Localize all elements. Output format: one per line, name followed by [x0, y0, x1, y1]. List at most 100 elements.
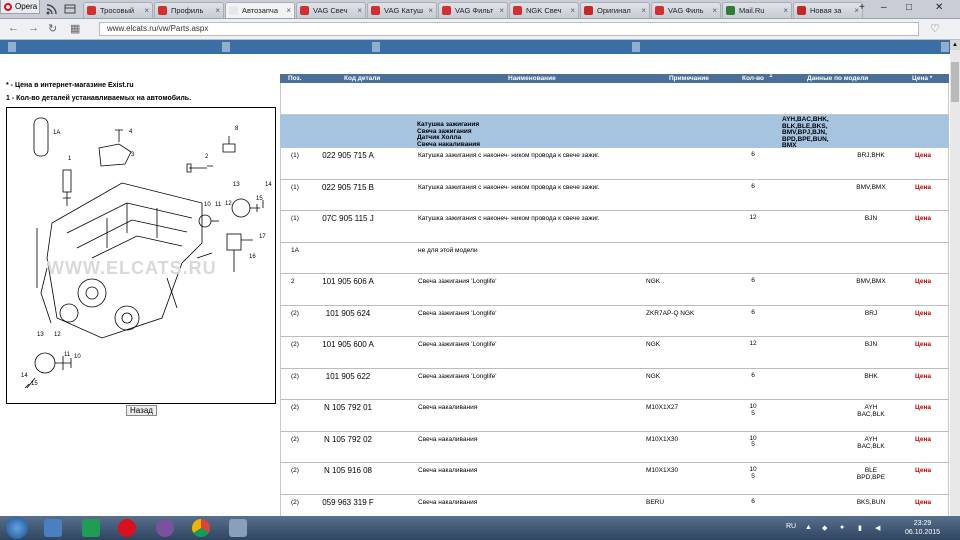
- back-arrow-icon[interactable]: ←: [8, 22, 19, 34]
- table-row: 1A не для этой модели: [280, 242, 949, 274]
- callout-number[interactable]: 10: [74, 354, 81, 360]
- minimize-button[interactable]: –: [881, 2, 887, 13]
- close-window-button[interactable]: ✕: [935, 2, 943, 13]
- url-field[interactable]: www.elcats.ru/vw/Parts.aspx: [99, 22, 919, 36]
- cell-part-code[interactable]: 101 905 622: [281, 372, 415, 381]
- callout-number[interactable]: 13: [233, 182, 240, 188]
- browser-tab[interactable]: Mail.Ru ×: [722, 2, 792, 18]
- callout-number[interactable]: 10: [204, 202, 211, 208]
- cell-part-name: Свеча накаливания: [418, 498, 478, 506]
- network-icon[interactable]: ▮: [858, 524, 862, 532]
- tab-close-icon[interactable]: ×: [428, 3, 433, 18]
- callout-number[interactable]: 12: [54, 332, 61, 338]
- table-row: (2) N 105 916 08 Свеча накаливания M10X1X30…: [280, 463, 949, 495]
- cell-part-code[interactable]: 101 905 606 A: [281, 277, 415, 286]
- browser-tab[interactable]: Профиль ×: [154, 2, 224, 18]
- table-row: (1) 022 905 715 A Катушка зажигания с нако…: [280, 148, 949, 180]
- tray-app-icon[interactable]: ●: [840, 524, 844, 531]
- chrome-icon[interactable]: [192, 519, 210, 537]
- maximize-button[interactable]: □: [906, 2, 912, 13]
- cell-part-name: Свеча накаливания: [418, 467, 478, 474]
- callout-number[interactable]: 2: [205, 154, 209, 160]
- scroll-up-icon[interactable]: ▲: [950, 40, 960, 50]
- speed-dial-icon[interactable]: ▦: [70, 22, 80, 35]
- cell-part-code[interactable]: 101 905 600 A: [281, 340, 415, 349]
- group-names: Катушка зажигания Свеча зажигания Датчик Х…: [417, 121, 480, 148]
- tab-close-icon[interactable]: ×: [712, 3, 717, 18]
- tab-close-icon[interactable]: ×: [357, 3, 362, 18]
- scroll-thumb[interactable]: [951, 62, 959, 102]
- header-decoration: [941, 42, 949, 52]
- opera-taskbar-icon[interactable]: [118, 519, 136, 537]
- callout-number[interactable]: 12: [225, 201, 232, 207]
- header-code: Код детали: [344, 75, 381, 82]
- tab-close-icon[interactable]: ×: [570, 3, 575, 18]
- cell-part-code[interactable]: 059 963 319 F: [281, 498, 415, 507]
- callout-number[interactable]: 14: [21, 373, 28, 379]
- table-row: (1) 07C 905 115 J Катушка зажигания с нако…: [280, 211, 949, 243]
- taskbar: RU ▲ ◆ ● ▮ ◀ 23:29 06.10.2015: [0, 516, 960, 540]
- tab-close-icon[interactable]: ×: [499, 3, 504, 18]
- viber-icon[interactable]: [156, 519, 174, 537]
- opera-menu-button[interactable]: Opera: [0, 0, 40, 14]
- tab-favicon-icon: [87, 6, 96, 15]
- tab-close-icon[interactable]: ×: [144, 3, 149, 18]
- new-tab-button[interactable]: +: [859, 2, 865, 13]
- reload-icon[interactable]: ↻: [48, 22, 57, 35]
- callout-number[interactable]: 8: [235, 126, 239, 132]
- browser-tab[interactable]: Новая за ×: [793, 2, 863, 18]
- tab-close-icon[interactable]: ×: [783, 3, 788, 18]
- callout-number[interactable]: 15: [31, 381, 38, 387]
- tab-close-icon[interactable]: ×: [641, 3, 646, 18]
- model-line: BHK: [864, 372, 878, 380]
- cell-part-code[interactable]: 022 905 715 A: [281, 151, 415, 160]
- tray-arrow-icon[interactable]: ▲: [805, 524, 812, 531]
- browser-tab[interactable]: VAG Свеч ×: [296, 2, 366, 18]
- callout-number[interactable]: 13: [37, 332, 44, 338]
- bookmark-heart-icon[interactable]: ♡: [930, 22, 940, 35]
- browser-tab[interactable]: VAG Фильт ×: [438, 2, 508, 18]
- cell-part-code[interactable]: 101 905 624: [281, 309, 415, 318]
- browser-tab[interactable]: Автозапча ×: [225, 2, 295, 18]
- callout-number[interactable]: 1A: [53, 130, 60, 136]
- cell-part-code[interactable]: 07C 905 115 J: [281, 214, 415, 223]
- callout-number[interactable]: 11: [64, 352, 71, 358]
- paint-icon[interactable]: [229, 519, 247, 537]
- app-icon[interactable]: [82, 519, 100, 537]
- rss-icon[interactable]: [46, 3, 58, 15]
- callout-number[interactable]: 17: [259, 234, 266, 240]
- callout-number[interactable]: 1: [68, 156, 72, 162]
- cell-part-name: не для этой модели: [418, 246, 478, 254]
- tray-app-icon[interactable]: ◆: [822, 524, 827, 532]
- cell-part-code[interactable]: N 105 792 01: [281, 403, 415, 412]
- tab-list-icon[interactable]: [64, 3, 76, 15]
- callout-number[interactable]: 16: [249, 254, 256, 260]
- explorer-icon[interactable]: [44, 519, 62, 537]
- parts-diagram[interactable]: 1A 1 4 3 8 2 13 14 15 12 11 10 17 16 13 12 11 10 14 15 WWW.…: [6, 107, 276, 404]
- browser-tab[interactable]: Тросовый ×: [83, 2, 153, 18]
- browser-tab[interactable]: Оригинал ×: [580, 2, 650, 18]
- browser-tab[interactable]: VAG Катуш ×: [367, 2, 437, 18]
- tab-label: VAG Фильт: [455, 6, 494, 15]
- clock[interactable]: 23:29 06.10.2015: [905, 519, 940, 537]
- cell-model-data: BJN: [811, 341, 931, 348]
- page-scrollbar[interactable]: ▲: [950, 40, 960, 516]
- tab-close-icon[interactable]: ×: [215, 3, 220, 18]
- callout-number[interactable]: 15: [256, 196, 263, 202]
- volume-icon[interactable]: ◀: [875, 524, 880, 532]
- cell-part-code[interactable]: 022 905 715 B: [281, 183, 415, 192]
- browser-tab[interactable]: VAG Филь ×: [651, 2, 721, 18]
- forward-arrow-icon[interactable]: →: [28, 22, 39, 34]
- callout-number[interactable]: 14: [265, 182, 272, 188]
- cell-part-code[interactable]: N 105 792 02: [281, 435, 415, 444]
- browser-tab[interactable]: NGK Свеч ×: [509, 2, 579, 18]
- quantity-line: 6: [751, 277, 755, 284]
- callout-number[interactable]: 11: [215, 202, 222, 208]
- tab-close-icon[interactable]: ×: [286, 3, 291, 18]
- callout-number[interactable]: 3: [131, 152, 135, 158]
- start-button[interactable]: [6, 517, 28, 539]
- language-indicator[interactable]: RU: [786, 523, 796, 530]
- cell-part-code[interactable]: N 105 916 08: [281, 466, 415, 475]
- back-button[interactable]: Назад: [126, 405, 157, 416]
- callout-number[interactable]: 4: [129, 129, 133, 135]
